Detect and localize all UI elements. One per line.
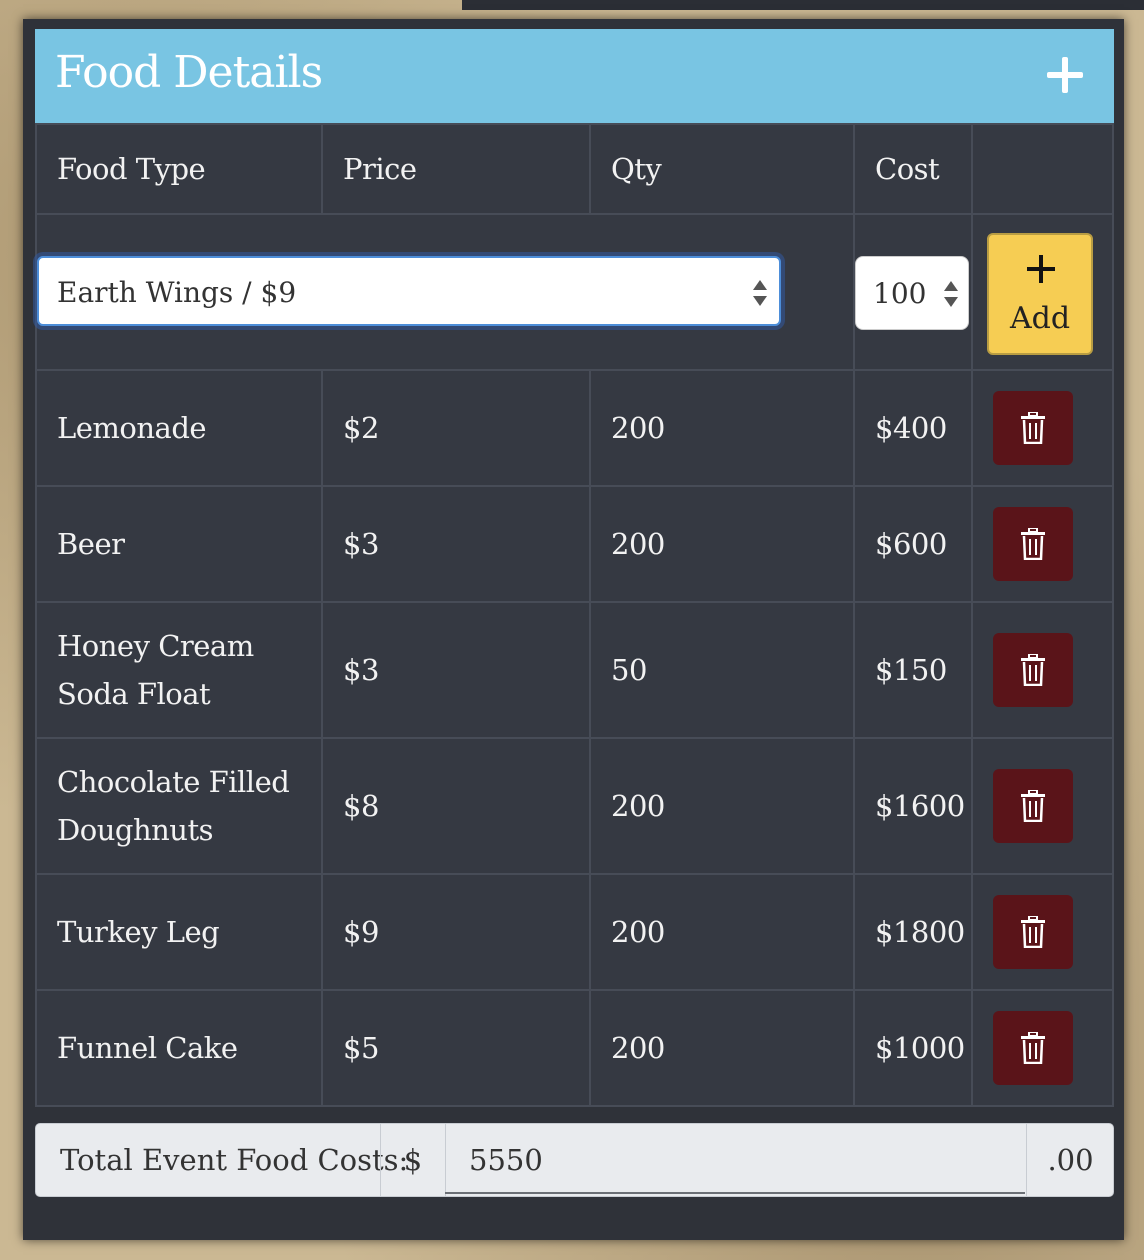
table-row: Lemonade $2 200 $400: [35, 369, 1114, 487]
table-row: Honey Cream Soda Float $3 50 $150: [35, 601, 1114, 739]
panel-title: Food Details: [55, 47, 323, 98]
food-qty: 200: [589, 485, 855, 603]
delete-button[interactable]: [993, 391, 1073, 465]
food-name: Honey Cream Soda Float: [35, 601, 323, 739]
trash-icon: [1021, 412, 1045, 444]
panel-header: Food Details: [35, 29, 1114, 123]
table-row: Turkey Leg $9 200 $1800: [35, 873, 1114, 991]
delete-button[interactable]: [993, 633, 1073, 707]
cents-addon: .00: [1026, 1124, 1114, 1196]
food-qty: 50: [589, 601, 855, 739]
total-cost-field[interactable]: 5550: [445, 1124, 1025, 1194]
window-top-strip: [462, 0, 1144, 10]
food-price: $3: [321, 485, 591, 603]
add-food-button[interactable]: Add: [987, 233, 1093, 355]
food-name: Funnel Cake: [35, 989, 323, 1107]
column-header-qty: Qty: [589, 123, 855, 215]
food-name: Beer: [35, 485, 323, 603]
currency-addon: $: [380, 1124, 446, 1196]
table-row: Beer $3 200 $600: [35, 485, 1114, 603]
column-header-food-type: Food Type: [35, 123, 323, 215]
action-cell: [971, 989, 1114, 1107]
total-cost-group: Total Event Food Costs: $ 5550 .00: [35, 1123, 1114, 1197]
food-cost: $600: [853, 485, 973, 603]
trash-icon: [1021, 654, 1045, 686]
trash-icon: [1021, 528, 1045, 560]
stepper-arrows-icon[interactable]: [944, 279, 958, 309]
delete-button[interactable]: [993, 895, 1073, 969]
table-header-row: Food Type Price Qty Cost: [35, 123, 1114, 215]
food-price: $9: [321, 873, 591, 991]
column-header-price: Price: [321, 123, 591, 215]
table-row: Chocolate Filled Doughnuts $8 200 $1600: [35, 737, 1114, 875]
action-cell: [971, 485, 1114, 603]
food-details-panel: Food Details Food Type Price Qty Cost Le…: [23, 19, 1124, 1240]
food-price: $8: [321, 737, 591, 875]
trash-icon: [1021, 1032, 1045, 1064]
food-type-select-value: Earth Wings / $9: [57, 276, 297, 309]
action-cell: [971, 737, 1114, 875]
food-price: $3: [321, 601, 591, 739]
table-row: Funnel Cake $5 200 $1000: [35, 989, 1114, 1107]
add-button-label: Add: [1009, 301, 1071, 336]
delete-button[interactable]: [993, 769, 1073, 843]
food-type-select[interactable]: Earth Wings / $9: [37, 256, 781, 326]
food-qty: 200: [589, 369, 855, 487]
food-price: $2: [321, 369, 591, 487]
food-qty: 200: [589, 989, 855, 1107]
food-qty: 200: [589, 737, 855, 875]
action-cell: [971, 369, 1114, 487]
action-cell: [971, 873, 1114, 991]
delete-button[interactable]: [993, 1011, 1073, 1085]
select-arrows-icon: [753, 278, 767, 308]
plus-icon[interactable]: [1045, 55, 1085, 95]
food-price: $5: [321, 989, 591, 1107]
food-cost: $1800: [853, 873, 973, 991]
food-name: Lemonade: [35, 369, 323, 487]
quantity-value: 100: [873, 277, 927, 310]
plus-icon: [1027, 255, 1055, 283]
food-cost: $150: [853, 601, 973, 739]
food-cost: $1600: [853, 737, 973, 875]
total-cost-label: Total Event Food Costs:: [60, 1143, 409, 1177]
food-name: Turkey Leg: [35, 873, 323, 991]
action-cell: [971, 601, 1114, 739]
column-header-actions: [971, 123, 1114, 215]
quantity-stepper[interactable]: 100: [855, 256, 969, 330]
trash-icon: [1021, 916, 1045, 948]
food-cost: $400: [853, 369, 973, 487]
column-header-cost: Cost: [853, 123, 973, 215]
food-qty: 200: [589, 873, 855, 991]
food-name: Chocolate Filled Doughnuts: [35, 737, 323, 875]
food-cost: $1000: [853, 989, 973, 1107]
trash-icon: [1021, 790, 1045, 822]
delete-button[interactable]: [993, 507, 1073, 581]
